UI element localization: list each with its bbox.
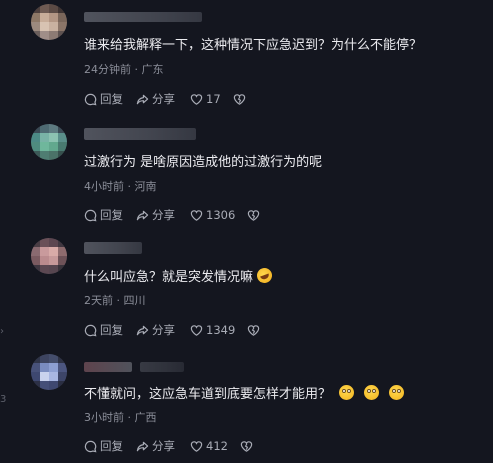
comment-actions: 回复 分享 17 [84,91,246,107]
share-label: 分享 [152,439,175,453]
broken-heart-icon [248,324,260,336]
comment-meta: 2天前 · 四川 [84,294,146,307]
reply-button[interactable]: 回复 [84,322,136,338]
comment-actions: 回复 分享 1306 [84,207,260,223]
reply-label: 回复 [100,323,123,337]
username-blurred[interactable] [84,242,142,254]
dislike-button[interactable] [247,324,260,337]
share-label: 分享 [152,323,175,337]
like-count: 17 [206,92,221,106]
comment-meta: 4小时前 · 河南 [84,180,157,193]
flushed-face-emoji [339,385,355,400]
avatar[interactable] [31,124,67,160]
reply-bubble-icon [84,209,97,221]
comment-text-content: 不懂就问，这应急车道到底要怎样才能用？ [84,387,332,402]
reply-button[interactable]: 回复 [84,438,136,454]
comment-text: 不懂就问，这应急车道到底要怎样才能用？ [84,385,405,404]
broken-heart-icon [240,440,253,452]
reply-label: 回复 [100,439,123,453]
reply-label: 回复 [100,208,123,222]
like-button[interactable]: 17 [190,92,221,106]
comment-actions: 回复 分享 412 [84,438,253,454]
heart-icon [190,324,203,336]
dislike-button[interactable] [247,209,260,222]
comment-text: 过激行为 是啥原因造成他的过激行为的呢 [84,155,323,170]
like-count: 1349 [206,323,236,337]
dislike-button[interactable] [233,93,246,106]
rolling-laughing-emoji [254,265,275,286]
comment-actions: 回复 分享 1349 [84,322,260,338]
share-arrow-icon [136,94,149,104]
reply-bubble-icon [84,440,97,452]
avatar[interactable] [31,4,67,40]
reply-bubble-icon [84,93,97,105]
dislike-button[interactable] [240,440,253,453]
reply-bubble-icon [84,324,97,336]
like-button[interactable]: 412 [190,439,228,453]
share-button[interactable]: 分享 [136,322,190,338]
flushed-face-emoji [389,385,405,400]
comment-text: 什么叫应急？就是突发情况嘛 [84,265,275,287]
reply-label: 回复 [100,92,123,106]
comment-feed: › 3 谁来给我解释一下，这种情况下应急迟到？为什么不能停？ 24分钟前 · 广… [0,0,493,463]
like-button[interactable]: 1349 [190,323,235,337]
comment-meta: 24分钟前 · 广东 [84,63,164,76]
broken-heart-icon [248,209,260,221]
username-blurred[interactable] [84,362,132,372]
flushed-face-emoji [364,385,380,400]
broken-heart-icon [233,93,245,105]
reply-button[interactable]: 回复 [84,207,136,223]
heart-icon [190,209,203,221]
share-arrow-icon [136,325,149,335]
username-blurred[interactable] [84,128,196,140]
heart-icon [190,440,203,452]
like-count: 1306 [206,208,236,222]
share-button[interactable]: 分享 [136,91,190,107]
edge-glyph: 3 [0,394,7,405]
like-count: 412 [206,439,228,453]
share-button[interactable]: 分享 [136,438,190,454]
avatar[interactable] [31,354,67,390]
edge-glyph: › [0,326,4,337]
like-button[interactable]: 1306 [190,208,235,222]
share-button[interactable]: 分享 [136,207,190,223]
comment-text: 谁来给我解释一下，这种情况下应急迟到？为什么不能停？ [84,38,423,53]
heart-icon [190,93,203,105]
share-label: 分享 [152,208,175,222]
comment-text-content: 什么叫应急？就是突发情况嘛 [84,270,254,285]
comment-meta: 3小时前 · 广西 [84,411,157,424]
avatar[interactable] [31,238,67,274]
username-blurred[interactable] [84,12,202,22]
share-label: 分享 [152,92,175,106]
username-blurred-suffix [140,362,184,372]
share-arrow-icon [136,210,149,220]
share-arrow-icon [136,441,149,451]
reply-button[interactable]: 回复 [84,91,136,107]
